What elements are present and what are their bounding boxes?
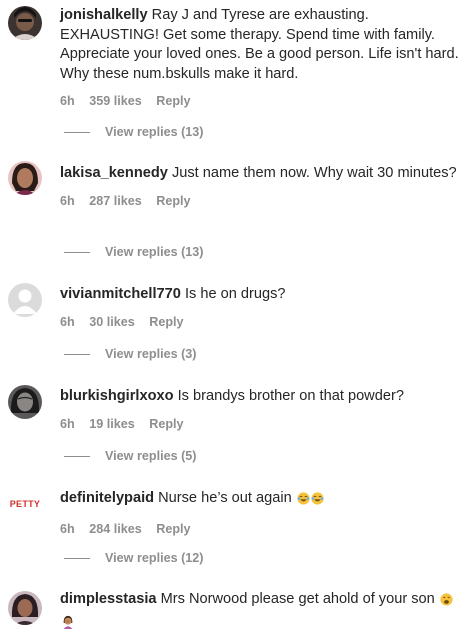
comment-username[interactable]: lakisa_kennedy bbox=[60, 165, 168, 181]
person-facepalming-icon bbox=[61, 615, 75, 635]
divider bbox=[64, 354, 90, 355]
comment-username[interactable]: blurkishgirlxoxo bbox=[60, 388, 174, 404]
reply-button[interactable]: Reply bbox=[156, 194, 190, 208]
comment-time: 6h bbox=[60, 194, 75, 208]
comment-time: 6h bbox=[60, 417, 75, 431]
divider bbox=[64, 558, 90, 559]
comment-meta: 6h 19 likes Reply bbox=[60, 416, 462, 432]
divider bbox=[64, 456, 90, 457]
comment-body: Nurse he’s out again bbox=[158, 490, 292, 506]
divider bbox=[64, 132, 90, 133]
comment-meta: 6h 359 likes Reply bbox=[60, 93, 462, 109]
comment-likes[interactable]: 30 likes bbox=[89, 315, 135, 329]
avatar[interactable] bbox=[8, 385, 42, 419]
comment-likes[interactable]: 19 likes bbox=[89, 417, 135, 431]
comment-username[interactable]: vivianmitchell770 bbox=[60, 286, 181, 302]
comment-body: Is he on drugs? bbox=[185, 286, 286, 302]
comment-likes[interactable]: 287 likes bbox=[89, 194, 142, 208]
comment-time: 6h bbox=[60, 94, 75, 108]
comment-body: Just name them now. Why wait 30 minutes? bbox=[172, 165, 457, 181]
comment-likes[interactable]: 359 likes bbox=[89, 94, 142, 108]
view-replies-button[interactable]: View replies (13) bbox=[64, 244, 203, 260]
petty-logo-text: PETTY bbox=[10, 499, 41, 509]
reply-button[interactable]: Reply bbox=[149, 417, 183, 431]
view-replies-label: View replies (5) bbox=[105, 449, 196, 463]
comment-text: jonishalkelly Ray J and Tyrese are exhau… bbox=[60, 6, 462, 84]
divider bbox=[64, 252, 90, 253]
view-replies-button[interactable]: View replies (12) bbox=[64, 550, 203, 566]
avatar[interactable]: PETTY bbox=[8, 486, 42, 520]
comment-time: 6h bbox=[60, 315, 75, 329]
avatar[interactable] bbox=[8, 283, 42, 317]
comment-likes[interactable]: 284 likes bbox=[89, 522, 142, 536]
view-replies-button[interactable]: View replies (5) bbox=[64, 448, 196, 464]
comment-text: blurkishgirlxoxo Is brandys brother on t… bbox=[60, 387, 462, 407]
comment-username[interactable]: jonishalkelly bbox=[60, 7, 148, 23]
view-replies-label: View replies (12) bbox=[105, 551, 203, 565]
comment-text: lakisa_kennedy Just name them now. Why w… bbox=[60, 164, 462, 184]
view-replies-button[interactable]: View replies (13) bbox=[64, 124, 203, 140]
comment-username[interactable]: definitelypaid bbox=[60, 490, 154, 506]
comment-text: vivianmitchell770 Is he on drugs? bbox=[60, 285, 462, 305]
comment-meta: 6h 287 likes Reply bbox=[60, 193, 462, 209]
view-replies-label: View replies (13) bbox=[105, 245, 203, 259]
comment-meta: 6h 30 likes Reply bbox=[60, 314, 462, 330]
face-with-tears-of-joy-icon bbox=[297, 492, 310, 512]
comment-body: Mrs Norwood please get ahold of your son bbox=[161, 591, 435, 607]
comment-username[interactable]: dimplesstasia bbox=[60, 591, 157, 607]
reply-button[interactable]: Reply bbox=[149, 315, 183, 329]
view-replies-button[interactable]: View replies (3) bbox=[64, 346, 196, 362]
comment-time: 6h bbox=[60, 522, 75, 536]
comment-body: Is brandys brother on that powder? bbox=[178, 388, 404, 404]
reply-button[interactable]: Reply bbox=[156, 94, 190, 108]
weary-face-icon bbox=[440, 593, 453, 613]
avatar[interactable] bbox=[8, 591, 42, 625]
reply-button[interactable]: Reply bbox=[156, 522, 190, 536]
comment-meta: 6h 284 likes Reply bbox=[60, 521, 462, 537]
comment-text: dimplesstasia Mrs Norwood please get aho… bbox=[60, 590, 462, 635]
face-with-tears-of-joy-icon bbox=[311, 492, 324, 512]
comment-text: definitelypaid Nurse he’s out again bbox=[60, 489, 462, 512]
avatar[interactable] bbox=[8, 6, 42, 40]
view-replies-label: View replies (3) bbox=[105, 347, 196, 361]
avatar[interactable] bbox=[8, 161, 42, 195]
view-replies-label: View replies (13) bbox=[105, 125, 203, 139]
